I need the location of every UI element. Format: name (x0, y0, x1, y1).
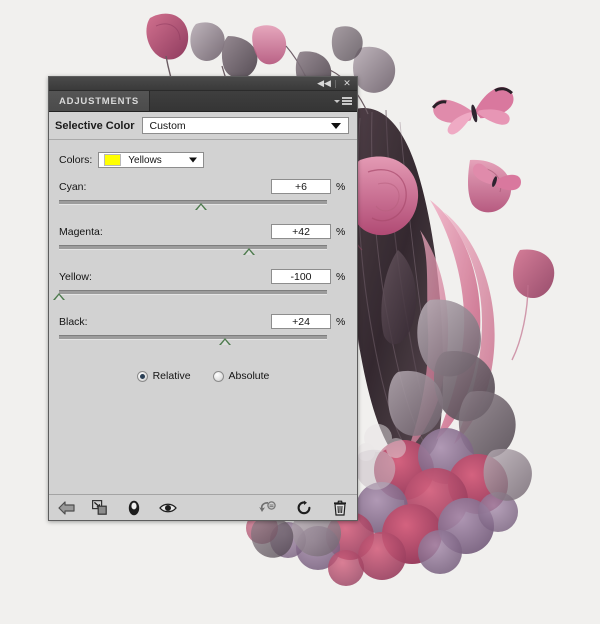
slider-label-cyan: Cyan: (59, 180, 87, 193)
reset-adjustment-icon[interactable] (295, 499, 313, 517)
adjustment-header: Selective Color Custom (49, 112, 357, 140)
slider-input-black[interactable]: +24 (271, 314, 331, 329)
percent-label-magenta: % (336, 225, 346, 238)
toggle-layer-mask-icon[interactable] (125, 499, 143, 517)
close-icon[interactable]: ✕ (341, 78, 353, 89)
slider-label-magenta: Magenta: (59, 225, 103, 238)
colors-label: Colors: (59, 154, 93, 166)
colors-dropdown[interactable]: Yellows (98, 152, 205, 168)
slider-value-wrap-cyan: +6 % (271, 179, 347, 194)
slider-group-magenta: Magenta: +42 % (59, 223, 347, 258)
colors-row: Colors: Yellows (59, 140, 347, 168)
panel-menu-lines-icon (342, 97, 352, 105)
slider-track-magenta[interactable] (59, 244, 327, 258)
slider-track-yellow[interactable] (53, 289, 327, 303)
tabstrip-filler (150, 91, 357, 111)
radio-absolute-label: Absolute (228, 370, 270, 382)
method-radio-group: Relative Absolute (59, 370, 347, 382)
slider-input-yellow[interactable]: -100 (271, 269, 331, 284)
slider-group-cyan: Cyan: +6 % (59, 178, 347, 213)
panel-tabstrip: ADJUSTMENTS (49, 91, 357, 112)
slider-track-line-yellow (59, 290, 327, 295)
slider-track-cyan[interactable] (59, 199, 327, 213)
radio-relative-label: Relative (152, 370, 191, 382)
slider-track-line-cyan (59, 200, 327, 205)
adjustments-panel: ◀◀ ✕ ADJUSTMENTS Selective Color Custom … (48, 76, 358, 521)
radio-absolute[interactable]: Absolute (212, 370, 270, 382)
clip-to-layer-icon[interactable] (91, 499, 109, 517)
slider-thumb-magenta[interactable] (243, 248, 256, 255)
panel-body: Colors: Yellows Cyan: +6 % Magenta: +42 … (49, 140, 357, 494)
slider-group-black: Black: +24 % (59, 313, 347, 348)
slider-header-cyan: Cyan: +6 % (59, 178, 347, 195)
slider-value-wrap-black: +24 % (271, 314, 347, 329)
percent-label-yellow: % (336, 270, 346, 283)
preset-value: Custom (149, 119, 186, 132)
slider-header-yellow: Yellow: -100 % (59, 268, 347, 285)
chevron-down-icon (189, 157, 198, 163)
titlebar-separator (335, 79, 336, 88)
delete-adjustment-layer-icon[interactable] (331, 499, 349, 517)
slider-header-magenta: Magenta: +42 % (59, 223, 347, 240)
radio-relative-indicator[interactable] (136, 370, 148, 382)
panel-menu-caret-icon (334, 99, 340, 103)
slider-thumb-black[interactable] (219, 338, 232, 345)
footer-right-group (259, 499, 349, 517)
page-title: Selective Color (55, 119, 135, 132)
reset-previous-state-icon[interactable] (259, 499, 277, 517)
color-swatch (104, 154, 122, 166)
tab-adjustments[interactable]: ADJUSTMENTS (49, 91, 151, 111)
chevron-down-icon (331, 122, 341, 129)
slider-thumb-yellow[interactable] (53, 293, 65, 300)
preset-dropdown[interactable]: Custom (142, 117, 349, 134)
slider-track-line-black (59, 335, 327, 340)
panel-titlebar: ◀◀ ✕ (49, 77, 357, 91)
slider-group-yellow: Yellow: -100 % (53, 268, 347, 303)
percent-label-cyan: % (336, 180, 346, 193)
colors-value: Yellows (128, 154, 162, 166)
radio-relative[interactable]: Relative (136, 370, 191, 382)
slider-value-wrap-magenta: +42 % (271, 224, 347, 239)
toggle-layer-visibility-icon[interactable] (159, 499, 177, 517)
slider-track-line-magenta (59, 245, 327, 250)
radio-absolute-indicator[interactable] (212, 370, 224, 382)
slider-input-magenta[interactable]: +42 (271, 224, 331, 239)
panel-footer (49, 494, 357, 520)
panel-menu-icon[interactable] (334, 97, 352, 105)
slider-value-wrap-yellow: -100 % (271, 269, 347, 284)
slider-thumb-cyan[interactable] (195, 203, 208, 210)
slider-label-yellow: Yellow: (59, 270, 92, 283)
percent-label-black: % (336, 315, 346, 328)
slider-header-black: Black: +24 % (59, 313, 347, 330)
return-to-adjustment-list-icon[interactable] (57, 499, 75, 517)
slider-label-black: Black: (59, 315, 88, 328)
slider-track-black[interactable] (59, 334, 327, 348)
slider-input-cyan[interactable]: +6 (271, 179, 331, 194)
collapse-to-icons-button[interactable]: ◀◀ (317, 78, 331, 89)
